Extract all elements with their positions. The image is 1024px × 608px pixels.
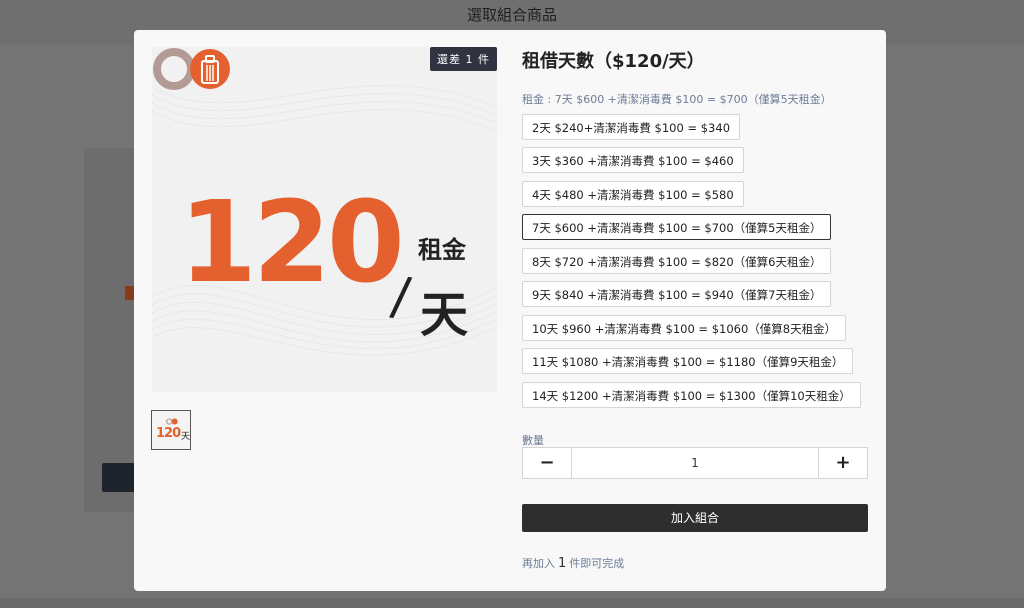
option-button[interactable]: 3天 $360 +清潔消毒費 $100 = $460	[522, 147, 744, 173]
completion-hint: 再加入 1 件即可完成	[522, 555, 624, 571]
option-button[interactable]: 2天 $240+清潔消毒費 $100 = $340	[522, 114, 741, 140]
brand-logo-icon	[153, 48, 230, 90]
plus-button[interactable]: +	[818, 448, 867, 478]
thumbnail-unit: 天	[181, 432, 191, 442]
quantity-label: 數量	[522, 434, 544, 447]
product-image: 還差 1 件 120 租金 / 天	[152, 47, 497, 392]
brand-logo-icon	[166, 418, 178, 425]
option-button[interactable]: 14天 $1200 +清潔消毒費 $100 = $1300（僅算10天租金）	[522, 382, 861, 408]
plus-icon: +	[835, 452, 851, 473]
price-unit-top: 租金	[418, 236, 466, 264]
page-bottom-bg	[0, 598, 1024, 608]
option-button[interactable]: 8天 $720 +清潔消毒費 $100 = $820（僅算6天租金）	[522, 248, 832, 274]
minus-button[interactable]: −	[523, 448, 572, 478]
product-thumbnail[interactable]: 120 天	[151, 410, 191, 450]
option-button[interactable]: 9天 $840 +清潔消毒費 $100 = $940（僅算7天租金）	[522, 281, 832, 307]
product-modal: 還差 1 件 120 租金 / 天 120 天 租借天數（$120/天） 租金 …	[134, 30, 886, 591]
add-to-bundle-button[interactable]: 加入組合	[522, 504, 868, 532]
hint-count: 1	[558, 556, 567, 571]
quantity-stepper: − +	[522, 447, 868, 479]
option-button[interactable]: 11天 $1080 +清潔消毒費 $100 = $1180（僅算9天租金）	[522, 348, 854, 374]
option-button[interactable]: 4天 $480 +清潔消毒費 $100 = $580	[522, 181, 744, 207]
thumbnail-number: 120	[156, 426, 181, 441]
hint-suffix: 件即可完成	[569, 557, 625, 570]
minus-icon: −	[539, 452, 555, 473]
option-button-selected[interactable]: 7天 $600 +清潔消毒費 $100 = $700（僅算5天租金）	[522, 214, 832, 240]
price-number: 120	[179, 178, 405, 308]
selected-summary: 租金 : 7天 $600 +清潔消毒費 $100 = $700（僅算5天租金）	[522, 93, 832, 106]
quantity-input[interactable]	[572, 448, 818, 478]
option-button[interactable]: 10天 $960 +清潔消毒費 $100 = $1060（僅算8天租金）	[522, 315, 847, 341]
page-title: 選取組合商品	[466, 6, 557, 24]
remaining-badge: 還差 1 件	[430, 47, 497, 71]
product-title: 租借天數（$120/天）	[522, 51, 705, 72]
hint-prefix: 再加入	[522, 557, 555, 570]
price-unit-bottom: 天	[420, 287, 469, 343]
